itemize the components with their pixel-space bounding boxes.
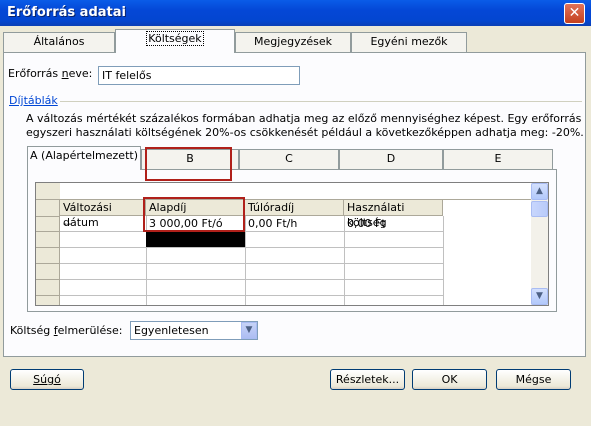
resource-name-field[interactable]: IT felelős: [98, 66, 300, 85]
grid-vertical-scrollbar[interactable]: ▲ ▼: [531, 183, 548, 305]
cost-accrual-value: Egyenletesen: [134, 324, 209, 337]
tab-costs[interactable]: Költségek: [115, 29, 235, 53]
tab-rate-table-c[interactable]: C: [239, 149, 339, 169]
rate-tables-description-line2: egyszeri használati költségének 20%-os c…: [26, 126, 584, 139]
tab-notes[interactable]: Megjegyzések: [235, 32, 351, 52]
grid-corner: [36, 183, 60, 200]
chevron-down-icon[interactable]: ▼: [241, 322, 257, 339]
tab-rate-table-a[interactable]: A (Alapértelmezett): [27, 146, 141, 170]
grid-line: [60, 263, 443, 264]
grid-line: [36, 216, 60, 217]
scroll-down-icon[interactable]: ▼: [531, 288, 548, 305]
help-button[interactable]: Súgó: [10, 369, 84, 390]
column-header-overtime-rate[interactable]: Túlóradíj: [245, 200, 344, 216]
close-icon[interactable]: ✕: [564, 3, 585, 24]
grid-line: [60, 295, 443, 296]
grid-line: [36, 295, 60, 296]
cost-accrual-label: Költség felmerülése:: [10, 324, 123, 337]
grid-line: [36, 263, 60, 264]
rate-tables-description-line1: A változás mértékét százalékos formában …: [26, 112, 582, 125]
tab-rate-table-e[interactable]: E: [443, 149, 553, 169]
scroll-thumb[interactable]: [531, 201, 548, 217]
title-bar: Erőforrás adatai ✕: [0, 0, 591, 26]
details-button[interactable]: Részletek...: [330, 369, 405, 390]
tab-general[interactable]: Általános: [3, 32, 115, 52]
scroll-up-icon[interactable]: ▲: [531, 183, 548, 200]
ok-button[interactable]: OK: [412, 369, 487, 390]
group-divider: [60, 101, 582, 102]
tab-rate-table-d[interactable]: D: [339, 149, 443, 169]
cancel-button[interactable]: Mégse: [496, 369, 571, 390]
rate-tables-heading: Díjtáblák: [9, 94, 58, 107]
grid-edit-bar[interactable]: [60, 183, 532, 200]
grid-line: [443, 216, 444, 305]
column-header-change-date[interactable]: Változási dátum: [60, 200, 146, 229]
grid-line: [60, 279, 443, 280]
tab-custom-fields[interactable]: Egyéni mezők: [351, 32, 467, 52]
cost-accrual-select[interactable]: Egyenletesen ▼: [130, 321, 258, 340]
highlight-tab-b: [145, 147, 232, 181]
grid-line: [60, 231, 443, 232]
highlight-standard-rate: [143, 197, 245, 232]
window-title: Erőforrás adatai: [7, 5, 126, 20]
cell-overtime-rate[interactable]: 0,00 Ft/h: [245, 216, 344, 231]
grid-line: [36, 231, 60, 232]
grid-line: [36, 247, 60, 248]
row-header-column: [36, 183, 60, 305]
rate-table-grid[interactable]: Változási dátum Alapdíj Túlóradíj Haszná…: [35, 182, 549, 306]
column-header-per-use-cost[interactable]: Használati költség: [344, 200, 443, 229]
grid-line: [60, 247, 443, 248]
resource-info-dialog: Erőforrás adatai ✕ Általános Költségek M…: [0, 0, 591, 426]
grid-line: [36, 279, 60, 280]
cell-change-date[interactable]: --: [60, 216, 146, 231]
selected-cell[interactable]: [146, 232, 245, 247]
resource-name-label: Erőforrás neve:: [8, 67, 93, 80]
cell-per-use-cost[interactable]: 0,00 Ft: [344, 216, 443, 231]
